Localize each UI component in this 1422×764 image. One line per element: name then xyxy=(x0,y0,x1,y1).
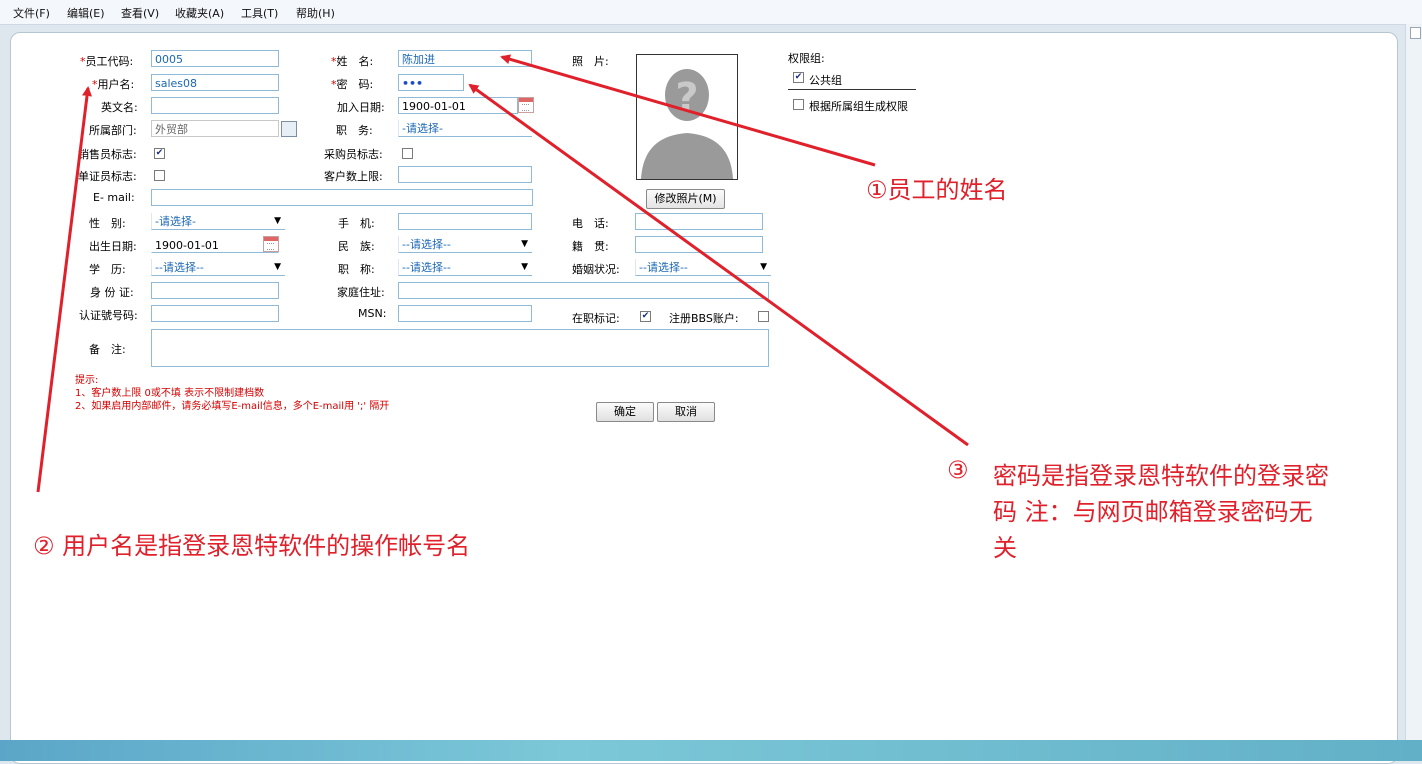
annotation-3-line-2: 码 注：与网页邮箱登录密码无 xyxy=(993,498,1313,526)
arrow-to-username xyxy=(36,86,92,493)
annotation-3-line-3: 关 xyxy=(993,534,1017,562)
annotation-3-line-1: 密码是指登录恩特软件的登录密 xyxy=(993,462,1329,490)
annotation-1-text: 员工的姓名 xyxy=(887,176,1008,204)
arrow-to-password xyxy=(468,83,969,447)
annotation-1-number: ① xyxy=(866,176,888,204)
annotation-2-text: 用户名是指登录恩特软件的操作帐号名 xyxy=(62,532,471,560)
annotation-arrows xyxy=(36,54,969,493)
annotation-2-number: ② xyxy=(33,532,55,560)
annotation-1: ①员工的姓名 xyxy=(866,170,1008,205)
annotation-2: ② 用户名是指登录恩特软件的操作帐号名 xyxy=(33,526,470,561)
annotation-3-number: ③ xyxy=(947,456,969,484)
